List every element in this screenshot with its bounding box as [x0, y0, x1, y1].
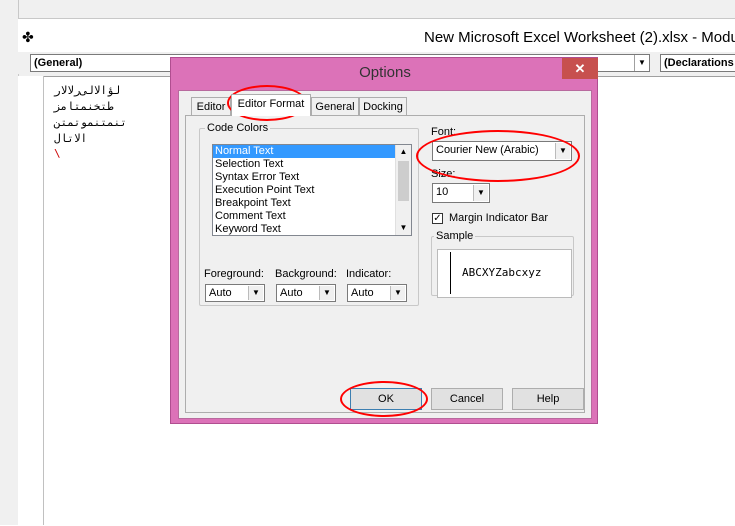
size-select[interactable]: 10 ▼ [432, 183, 490, 203]
margin-indicator-checkbox[interactable]: ✓ [432, 213, 443, 224]
list-item[interactable]: Breakpoint Text [213, 197, 411, 210]
background-value: Auto [280, 287, 303, 299]
code-line: الاتال [54, 132, 88, 145]
list-item[interactable]: Comment Text [213, 210, 411, 223]
indicator-select[interactable]: Auto ▼ [347, 284, 407, 302]
margin-indicator-bar [18, 76, 44, 525]
code-colors-list[interactable]: Normal Text Selection Text Syntax Error … [212, 144, 412, 236]
background-label: Background: [275, 268, 337, 280]
list-scrollbar[interactable]: ▲ ▼ [395, 145, 411, 235]
code-line: تنمتنموتمتن [54, 116, 127, 129]
tab-docking[interactable]: Docking [359, 97, 407, 115]
code-window-title: New Microsoft Excel Worksheet (2).xlsx -… [424, 29, 735, 46]
foreground-label: Foreground: [204, 268, 264, 280]
object-combo-value: (General) [34, 57, 83, 69]
indicator-label: Indicator: [346, 268, 392, 280]
code-colors-label: Code Colors [205, 122, 271, 134]
close-icon: ✕ [574, 61, 586, 76]
size-value: 10 [436, 186, 449, 198]
chevron-down-icon[interactable]: ▼ [319, 286, 334, 300]
left-edge [0, 0, 19, 525]
chevron-down-icon[interactable]: ▼ [390, 286, 405, 300]
sample-preview: ABCXYZabcxyz [437, 249, 572, 298]
tab-editor[interactable]: Editor [191, 97, 231, 115]
scroll-thumb[interactable] [398, 161, 409, 201]
code-line: طتخنمتامز [54, 100, 114, 113]
margin-indicator-label: Margin Indicator Bar [449, 212, 549, 224]
dialog-title: Options [359, 64, 411, 81]
list-item[interactable]: Selection Text [213, 158, 411, 171]
list-item[interactable]: Normal Text [213, 145, 411, 158]
tab-general[interactable]: General [311, 97, 359, 115]
cancel-button[interactable]: Cancel [431, 388, 503, 410]
code-line: لؤ‌الالی‌رلالار [54, 84, 121, 97]
code-colors-group: Code Colors Normal Text Selection Text S… [199, 122, 419, 306]
chevron-down-icon[interactable]: ▼ [634, 55, 649, 71]
list-item[interactable]: Execution Point Text [213, 184, 411, 197]
sample-margin-line [450, 252, 451, 294]
list-item[interactable]: Keyword Text [213, 223, 411, 235]
sample-text: ABCXYZabcxyz [462, 266, 542, 279]
close-button[interactable]: ✕ [562, 58, 598, 79]
chevron-down-icon[interactable]: ▼ [396, 221, 411, 235]
help-button[interactable]: Help [512, 388, 584, 410]
list-item[interactable]: Syntax Error Text [213, 171, 411, 184]
options-dialog: Options ✕ Editor Editor Format General D… [170, 57, 598, 424]
checkmark-icon: ✓ [433, 213, 442, 224]
vba-module-icon: ✤ [22, 29, 34, 45]
chevron-down-icon[interactable]: ▼ [473, 185, 488, 201]
foreground-select[interactable]: Auto ▼ [205, 284, 265, 302]
indicator-value: Auto [351, 287, 374, 299]
chevron-up-icon[interactable]: ▲ [396, 145, 411, 159]
procedure-combo-value: (Declarations [664, 57, 734, 69]
chevron-down-icon[interactable]: ▼ [248, 286, 263, 300]
foreground-value: Auto [209, 287, 232, 299]
sample-group: Sample ABCXYZabcxyz [431, 230, 574, 298]
sample-label: Sample [434, 230, 476, 242]
annotation-circle-ok [340, 381, 428, 417]
code-line: \ [54, 147, 61, 160]
annotation-circle-font [416, 130, 580, 182]
tab-editor-format[interactable]: Editor Format [231, 94, 311, 116]
background-select[interactable]: Auto ▼ [276, 284, 336, 302]
procedure-combo[interactable]: (Declarations [660, 54, 735, 72]
